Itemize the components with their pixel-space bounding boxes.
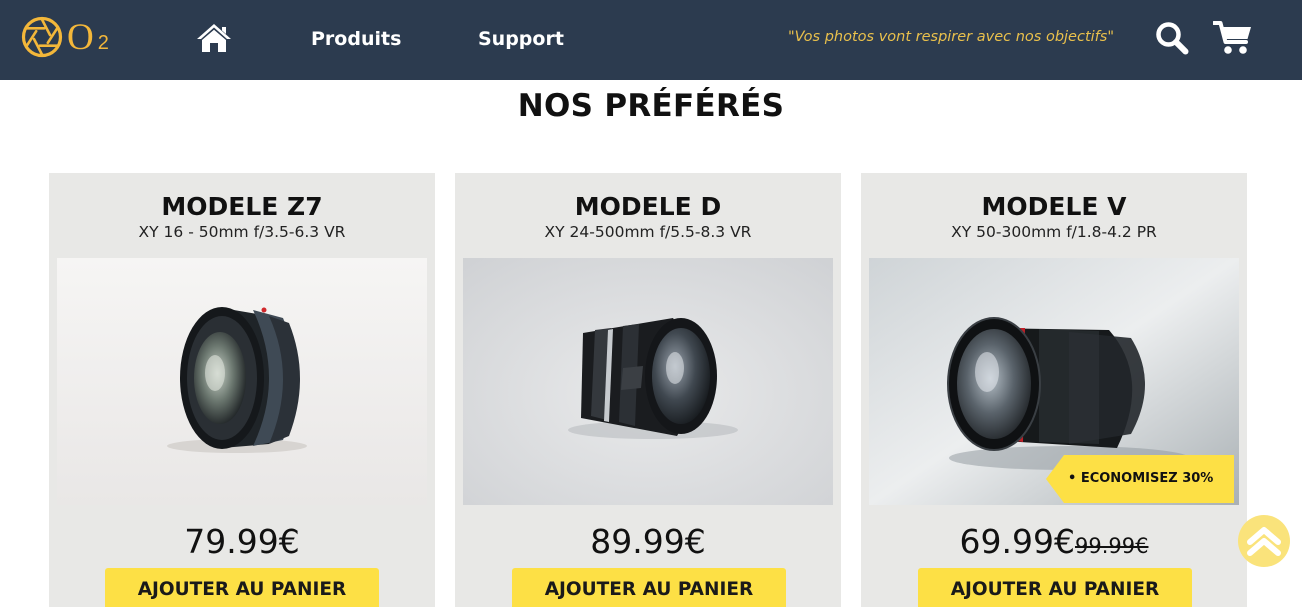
section-title: NOS PRÉFÉRÉS bbox=[517, 88, 785, 124]
product-card: MODELE Z7 XY 16 - 50mm f/3.5-6.3 VR 79.9… bbox=[49, 173, 435, 607]
home-link[interactable] bbox=[195, 21, 233, 55]
product-spec: XY 16 - 50mm f/3.5-6.3 VR bbox=[138, 223, 346, 241]
add-to-cart-button[interactable]: AJOUTER AU PANIER bbox=[512, 568, 786, 607]
add-to-cart-button[interactable]: AJOUTER AU PANIER bbox=[105, 568, 379, 607]
aperture-logo-icon bbox=[21, 16, 63, 58]
product-old-price: 99.99€ bbox=[1074, 534, 1149, 558]
back-to-top-button[interactable] bbox=[1238, 515, 1290, 567]
vintage-lens-photo bbox=[463, 258, 833, 505]
cart-icon bbox=[1212, 21, 1251, 54]
product-name: MODELE D bbox=[574, 192, 722, 221]
pancake-lens-photo bbox=[57, 258, 427, 505]
discount-badge-text: • ECONOMISEZ 30% bbox=[1068, 471, 1214, 486]
product-image[interactable] bbox=[463, 258, 833, 505]
product-name: MODELE V bbox=[981, 192, 1127, 221]
search-button[interactable] bbox=[1155, 21, 1189, 55]
top-navigation-bar: O 2 Produits Support "Vos photos vont re… bbox=[0, 0, 1302, 80]
price-row: 69.99€99.99€ bbox=[861, 521, 1247, 563]
product-spec: XY 24-500mm f/5.5-8.3 VR bbox=[544, 223, 752, 241]
product-spec: XY 50-300mm f/1.8-4.2 PR bbox=[951, 223, 1157, 241]
search-icon bbox=[1156, 22, 1189, 55]
home-icon bbox=[197, 24, 231, 52]
nav-produits-link[interactable]: Produits bbox=[311, 27, 401, 51]
product-image[interactable] bbox=[57, 258, 427, 505]
product-price: 89.99€ bbox=[590, 522, 706, 561]
product-name: MODELE Z7 bbox=[161, 192, 323, 221]
add-to-cart-button[interactable]: AJOUTER AU PANIER bbox=[918, 568, 1192, 607]
logo-subscript: 2 bbox=[97, 31, 109, 54]
product-price: 69.99€ bbox=[959, 522, 1075, 561]
product-price: 79.99€ bbox=[184, 522, 300, 561]
header-tagline: "Vos photos vont respirer avec nos objec… bbox=[787, 29, 1114, 45]
product-card: MODELE V XY 50-300mm f/1.8-4.2 PR • ECON… bbox=[861, 173, 1247, 607]
logo-letter: O bbox=[67, 16, 94, 58]
brand-logo[interactable]: O 2 bbox=[20, 14, 109, 60]
chevron-up-icon bbox=[1247, 527, 1281, 556]
nav-support-link[interactable]: Support bbox=[478, 27, 564, 51]
discount-badge: • ECONOMISEZ 30% bbox=[1046, 455, 1234, 503]
cart-button[interactable] bbox=[1212, 20, 1253, 56]
price-row: 79.99€ bbox=[49, 521, 435, 563]
price-row: 89.99€ bbox=[455, 521, 841, 563]
product-card: MODELE D XY 24-500mm f/5.5-8.3 VR 89.99€… bbox=[455, 173, 841, 607]
